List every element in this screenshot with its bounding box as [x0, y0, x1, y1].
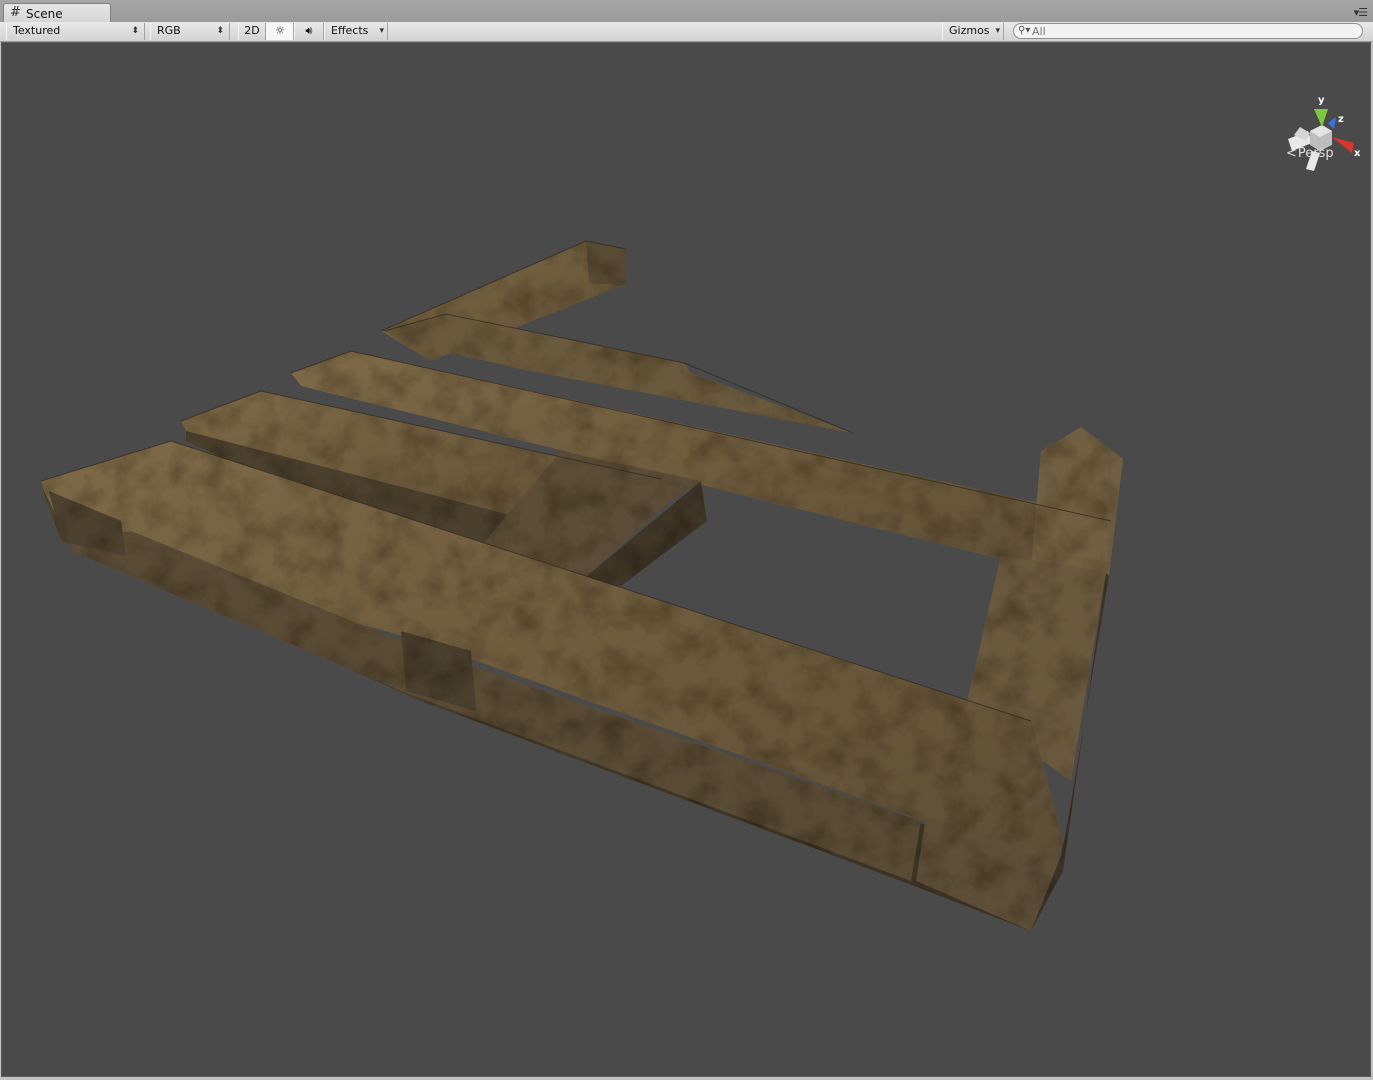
speaker-icon: 🔊︎ [305, 24, 313, 37]
effects-dropdown[interactable]: Effects ▾ [324, 23, 388, 40]
scene-toolbar: Textured ⬍ RGB ⬍ 2D ☼ 🔊︎ Effects ▾ Gizmo… [0, 22, 1373, 42]
z-axis-arm[interactable] [1328, 117, 1336, 129]
dropdown-arrows-icon: ⬍ [216, 26, 224, 36]
search-input[interactable] [1032, 24, 1352, 38]
scene-tab[interactable]: # Scene [3, 3, 111, 22]
projection-label: Persp [1297, 146, 1334, 161]
search-field[interactable]: ⚲▾ [1013, 23, 1363, 39]
projection-toggle[interactable]: <Persp [1286, 145, 1356, 163]
axis-y-label: y [1318, 95, 1325, 106]
y-axis-arm[interactable] [1314, 109, 1328, 127]
scene-tab-label: Scene [26, 7, 63, 21]
scene-grid-icon: # [10, 5, 21, 20]
draw-mode-label: Textured [13, 24, 61, 37]
scene-audio-button[interactable]: 🔊︎ [294, 23, 324, 40]
panel-menu-icon[interactable]: ▾☰ [1354, 6, 1368, 19]
chevron-down-icon: ▾ [379, 26, 384, 36]
dropdown-arrows-icon: ⬍ [131, 26, 139, 36]
search-icon: ⚲▾ [1018, 25, 1031, 36]
chevron-down-icon: ▾ [995, 26, 1000, 36]
render-mode-label: RGB [157, 24, 181, 37]
sun-icon: ☼ [275, 24, 285, 37]
perspective-icon: < [1286, 146, 1297, 161]
wooden-pallet-mesh[interactable] [1, 42, 1371, 1077]
toggle-2d-label: 2D [244, 24, 260, 37]
gizmos-dropdown[interactable]: Gizmos ▾ [942, 23, 1004, 40]
render-mode-dropdown[interactable]: RGB ⬍ [150, 23, 230, 40]
toggle-2d-button[interactable]: 2D [238, 23, 266, 40]
gizmos-label: Gizmos [949, 24, 990, 37]
axis-z-label: z [1338, 114, 1344, 125]
scene-viewport[interactable]: y z x <Persp [1, 42, 1371, 1077]
effects-label: Effects [331, 24, 369, 37]
scene-lighting-button[interactable]: ☼ [266, 23, 294, 40]
tab-strip: # Scene ▾☰ [0, 0, 1373, 23]
draw-mode-dropdown[interactable]: Textured ⬍ [6, 23, 145, 40]
